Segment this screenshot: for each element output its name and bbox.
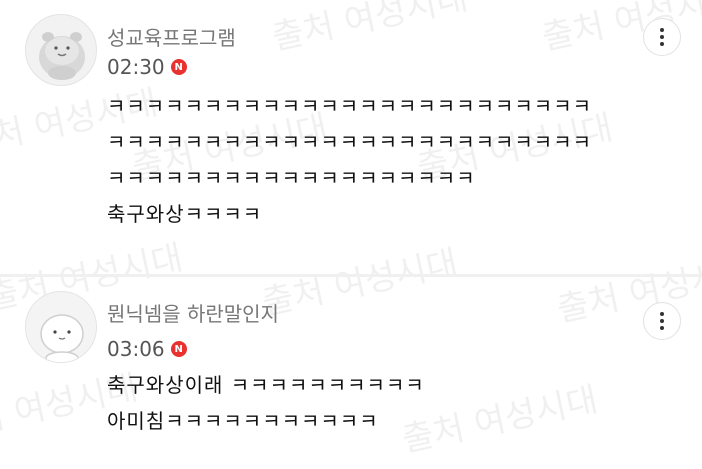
hippo-avatar-icon <box>39 32 85 80</box>
username[interactable]: 성교육프로그램 <box>107 22 236 51</box>
new-badge-icon: N <box>170 341 187 357</box>
comment-line: 축구와상ㅋㅋㅋㅋ <box>107 202 263 226</box>
more-options-button[interactable] <box>643 18 681 56</box>
comment-line: ㅋㅋㅋㅋㅋㅋㅋㅋㅋㅋㅋㅋㅋㅋㅋㅋㅋㅋㅋㅋㅋㅋㅋㅋㅋ <box>107 130 592 154</box>
timestamp: 03:06 <box>107 337 165 361</box>
bunny-avatar-icon <box>26 292 96 362</box>
more-vertical-icon <box>660 28 664 46</box>
new-badge-icon: N <box>170 59 187 75</box>
comment-item: 뭔닉넴을 하란말인지 03:06 N 축구와상이래 ㅋㅋㅋㅋㅋㅋㅋㅋㅋㅋ 아미침… <box>0 277 702 469</box>
avatar[interactable] <box>25 14 97 86</box>
avatar[interactable] <box>25 291 97 363</box>
more-options-button[interactable] <box>643 302 681 340</box>
username[interactable]: 뭔닉넴을 하란말인지 <box>107 298 279 327</box>
comment-line: 아미침ㅋㅋㅋㅋㅋㅋㅋㅋㅋㅋㅋ <box>107 409 379 433</box>
comment-line: 축구와상이래 ㅋㅋㅋㅋㅋㅋㅋㅋㅋㅋ <box>107 373 425 397</box>
comment-line: ㅋㅋㅋㅋㅋㅋㅋㅋㅋㅋㅋㅋㅋㅋㅋㅋㅋㅋㅋㅋㅋㅋㅋㅋㅋ <box>107 94 592 118</box>
more-vertical-icon <box>660 312 664 330</box>
comment-item: 성교육프로그램 02:30 N ㅋㅋㅋㅋㅋㅋㅋㅋㅋㅋㅋㅋㅋㅋㅋㅋㅋㅋㅋㅋㅋㅋㅋㅋ… <box>0 0 702 276</box>
timestamp-row: 02:30 N <box>107 55 187 79</box>
comment-text: ㅋㅋㅋㅋㅋㅋㅋㅋㅋㅋㅋㅋㅋㅋㅋㅋㅋㅋㅋㅋㅋㅋㅋㅋㅋ ㅋㅋㅋㅋㅋㅋㅋㅋㅋㅋㅋㅋㅋㅋ… <box>107 88 592 232</box>
timestamp-row: 03:06 N <box>107 337 187 361</box>
timestamp: 02:30 <box>107 55 165 79</box>
comment-text: 축구와상이래 ㅋㅋㅋㅋㅋㅋㅋㅋㅋㅋ 아미침ㅋㅋㅋㅋㅋㅋㅋㅋㅋㅋㅋ <box>107 367 425 439</box>
comment-line: ㅋㅋㅋㅋㅋㅋㅋㅋㅋㅋㅋㅋㅋㅋㅋㅋㅋㅋㅋ <box>107 166 476 190</box>
